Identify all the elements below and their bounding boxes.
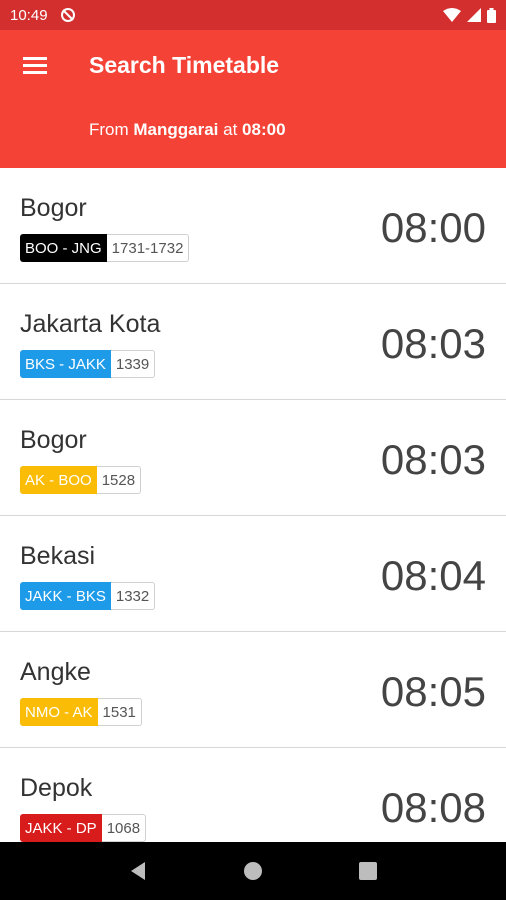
destination: Angke	[20, 658, 91, 686]
page-title: Search Timetable	[89, 52, 280, 78]
hamburger-menu-icon	[23, 57, 47, 74]
trip-row[interactable]: Jakarta Kota BKS - JAKK 1339 08:03	[0, 284, 506, 400]
train-number: 1068	[101, 814, 147, 842]
train-number: 1531	[97, 698, 142, 726]
app-bar: Search Timetable From Manggarai at 08:00	[0, 30, 506, 168]
trip-row[interactable]: Bekasi JAKK - BKS 1332 08:04	[0, 516, 506, 632]
departure-time: 08:08	[380, 784, 486, 831]
back-icon	[130, 862, 145, 880]
route-badge: JAKK - DP	[20, 814, 102, 842]
trip-row[interactable]: Bogor BOO - JNG 1731-1732 08:00	[0, 168, 506, 284]
destination: Bekasi	[20, 542, 96, 570]
from-label: From	[89, 120, 134, 139]
departure-time: 08:04	[380, 552, 486, 599]
route-badge: AK - BOO	[20, 466, 97, 494]
destination: Depok	[20, 774, 93, 802]
recents-icon	[359, 862, 378, 880]
train-number: 1332	[110, 582, 156, 610]
wifi-icon	[443, 8, 461, 22]
status-time: 10:49	[10, 6, 48, 24]
home-button[interactable]	[233, 851, 273, 891]
menu-button[interactable]	[18, 48, 52, 82]
sync-disabled-icon	[60, 7, 76, 23]
timetable-list[interactable]: Bogor BOO - JNG 1731-1732 08:00 Jakarta …	[0, 168, 506, 842]
status-bar: 10:49	[0, 0, 506, 30]
departure-time: 08:03	[380, 436, 486, 483]
train-number: 1528	[96, 466, 142, 494]
search-summary: From Manggarai at 08:00	[89, 120, 286, 140]
route-badge: BKS - JAKK	[20, 350, 111, 378]
station-name: Manggarai	[133, 120, 219, 139]
train-number: 1731-1732	[106, 234, 190, 262]
at-label: at	[218, 120, 243, 139]
destination: Jakarta Kota	[20, 310, 161, 338]
home-icon	[243, 862, 262, 880]
battery-icon	[487, 7, 496, 23]
system-nav-bar	[0, 842, 506, 900]
signal-icon	[467, 8, 481, 22]
train-number: 1339	[110, 350, 156, 378]
departure-time: 08:03	[380, 320, 486, 367]
back-button[interactable]	[118, 851, 158, 891]
trip-row[interactable]: Bogor AK - BOO 1528 08:03	[0, 400, 506, 516]
destination: Bogor	[20, 194, 87, 222]
route-badge: BOO - JNG	[20, 234, 107, 262]
recents-button[interactable]	[348, 851, 388, 891]
destination: Bogor	[20, 426, 87, 454]
departure-time: 08:05	[380, 668, 486, 715]
trip-row[interactable]: Angke NMO - AK 1531 08:05	[0, 632, 506, 748]
search-time: 08:00	[242, 120, 286, 139]
route-badge: JAKK - BKS	[20, 582, 111, 610]
departure-time: 08:00	[380, 204, 486, 251]
trip-row[interactable]: Depok JAKK - DP 1068 08:08	[0, 748, 506, 842]
route-badge: NMO - AK	[20, 698, 98, 726]
